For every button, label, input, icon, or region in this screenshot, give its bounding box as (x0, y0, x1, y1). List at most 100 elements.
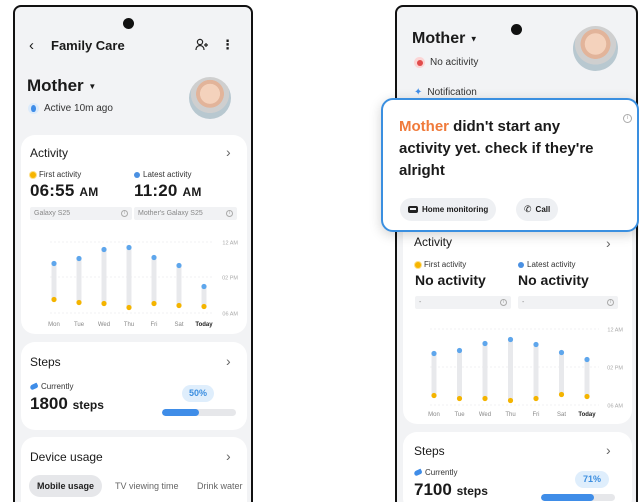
currently-label: Currently (413, 468, 457, 477)
steps-title: Steps (414, 444, 445, 458)
tv-icon (408, 206, 418, 213)
shoe-icon (413, 468, 423, 477)
chevron-right-icon[interactable]: › (606, 442, 611, 458)
first-activity-point (558, 391, 565, 398)
day-label: Today (195, 322, 213, 328)
day-label: Fri (151, 322, 158, 328)
sun-icon (415, 261, 421, 268)
day-label: Tue (454, 412, 465, 418)
activity-card[interactable]: Activity › First activity No activity -i… (403, 219, 632, 424)
home-monitoring-button[interactable]: Home monitoring (400, 198, 497, 221)
chevron-right-icon[interactable]: › (606, 235, 611, 251)
latest-activity-point (176, 262, 182, 269)
profile-name-dropdown[interactable]: Mother ▼ (412, 30, 478, 48)
first-activity-point (126, 304, 132, 311)
no-activity-alert-card[interactable]: Mother didn't start any activity yet. ch… (381, 98, 639, 232)
latest-activity-point (456, 347, 463, 354)
tab-mobile-usage[interactable]: Mobile usage (29, 475, 103, 497)
day-label: Mon (428, 412, 440, 418)
device-usage-card[interactable]: Device usage › Mobile usage TV viewing t… (21, 437, 247, 502)
chevron-right-icon[interactable]: › (226, 353, 231, 369)
activity-bar (508, 337, 513, 403)
first-activity-point (507, 397, 514, 404)
first-device-chip: -i (415, 296, 511, 309)
chevron-right-icon[interactable]: › (226, 448, 231, 464)
latest-activity-value: No activity (518, 272, 589, 288)
first-activity-point (101, 300, 107, 307)
day-label: Sat (557, 412, 566, 418)
first-activity-point (76, 299, 82, 306)
alert-name: Mother (399, 118, 449, 135)
first-activity-point (584, 393, 590, 400)
tab-tv-viewing-time[interactable]: TV viewing time (107, 475, 187, 497)
avatar[interactable] (573, 26, 618, 71)
activity-bar (533, 342, 539, 401)
day-label: Wed (98, 322, 110, 328)
y-axis-label: 12 AM (607, 328, 623, 334)
activity-bar (176, 263, 182, 308)
moon-icon (518, 261, 524, 268)
more-options-icon[interactable]: ⋮ (221, 37, 234, 53)
y-axis-label: 06 AM (222, 312, 238, 318)
info-icon[interactable]: i (607, 299, 614, 306)
steps-percent-badge: 50% (182, 385, 214, 402)
front-camera (511, 24, 522, 35)
alert-icon (414, 57, 425, 68)
day-label: Mon (48, 322, 60, 328)
notification-row[interactable]: ✦ Notification (414, 87, 477, 98)
add-person-icon[interactable] (195, 38, 209, 55)
status-text: Active 10m ago (44, 103, 113, 114)
latest-activity-label: Latest activity (134, 170, 191, 179)
steps-value: 7100 steps (414, 480, 488, 499)
moon-icon (134, 171, 140, 178)
steps-percent-badge: 71% (575, 471, 609, 488)
activity-bar (126, 245, 132, 310)
first-activity-label: First activity (415, 260, 466, 269)
call-button[interactable]: ✆ Call (516, 198, 559, 221)
latest-activity-point (101, 246, 107, 253)
front-camera (123, 18, 134, 29)
profile-name: Mother (412, 30, 466, 47)
avatar[interactable] (189, 77, 231, 119)
steps-value: 1800 steps (30, 394, 104, 413)
day-label: Thu (124, 322, 134, 328)
steps-progress (541, 494, 615, 501)
latest-activity-point (558, 349, 565, 356)
activity-bar (76, 256, 82, 305)
steps-progress-fill (162, 409, 199, 416)
first-activity-point (151, 300, 157, 307)
info-icon[interactable]: i (500, 299, 507, 306)
back-button[interactable]: ‹ (29, 37, 34, 54)
profile-name-dropdown[interactable]: Mother ▼ (27, 76, 96, 96)
chevron-right-icon[interactable]: › (226, 144, 231, 160)
first-device-chip: Galaxy S25 i (30, 207, 132, 220)
first-activity-time: 06:55 AM (30, 181, 99, 200)
activity-bar (101, 247, 107, 306)
y-axis-label: 06 AM (607, 404, 623, 410)
steps-title: Steps (30, 355, 61, 369)
activity-bar (482, 341, 488, 401)
activity-bar (559, 350, 564, 397)
info-icon[interactable]: i (623, 114, 632, 123)
info-icon[interactable]: i (121, 210, 128, 217)
latest-device-chip: -i (518, 296, 618, 309)
info-icon[interactable]: i (226, 210, 233, 217)
latest-device-chip: Mother's Galaxy S25 i (134, 207, 237, 220)
tab-drink-water[interactable]: Drink water (189, 475, 251, 497)
activity-card[interactable]: Activity › First activity 06:55 AM Galax… (21, 135, 247, 334)
y-axis-label: 02 PM (222, 276, 238, 282)
latest-activity-point (584, 356, 590, 363)
first-activity-point (456, 395, 463, 402)
profile-name: Mother (27, 76, 84, 95)
latest-activity-point (51, 260, 57, 267)
latest-activity-time: 11:20 AM (134, 181, 202, 200)
steps-card[interactable]: Steps › Currently 7100 steps 71% (403, 432, 632, 502)
status-row: Active 10m ago (28, 103, 113, 114)
steps-card[interactable]: Steps › Currently 1800 steps 50% (21, 342, 247, 430)
activity-chart: 12 AM 02 PM 06 AM Mon Tue Wed Thu Fri Sat Today (48, 241, 238, 329)
y-axis-label: 02 PM (607, 366, 623, 372)
device-usage-title: Device usage (30, 450, 103, 464)
day-label: Today (578, 412, 596, 418)
status-text: No acitivity (430, 57, 479, 68)
first-activity-point (482, 395, 488, 402)
